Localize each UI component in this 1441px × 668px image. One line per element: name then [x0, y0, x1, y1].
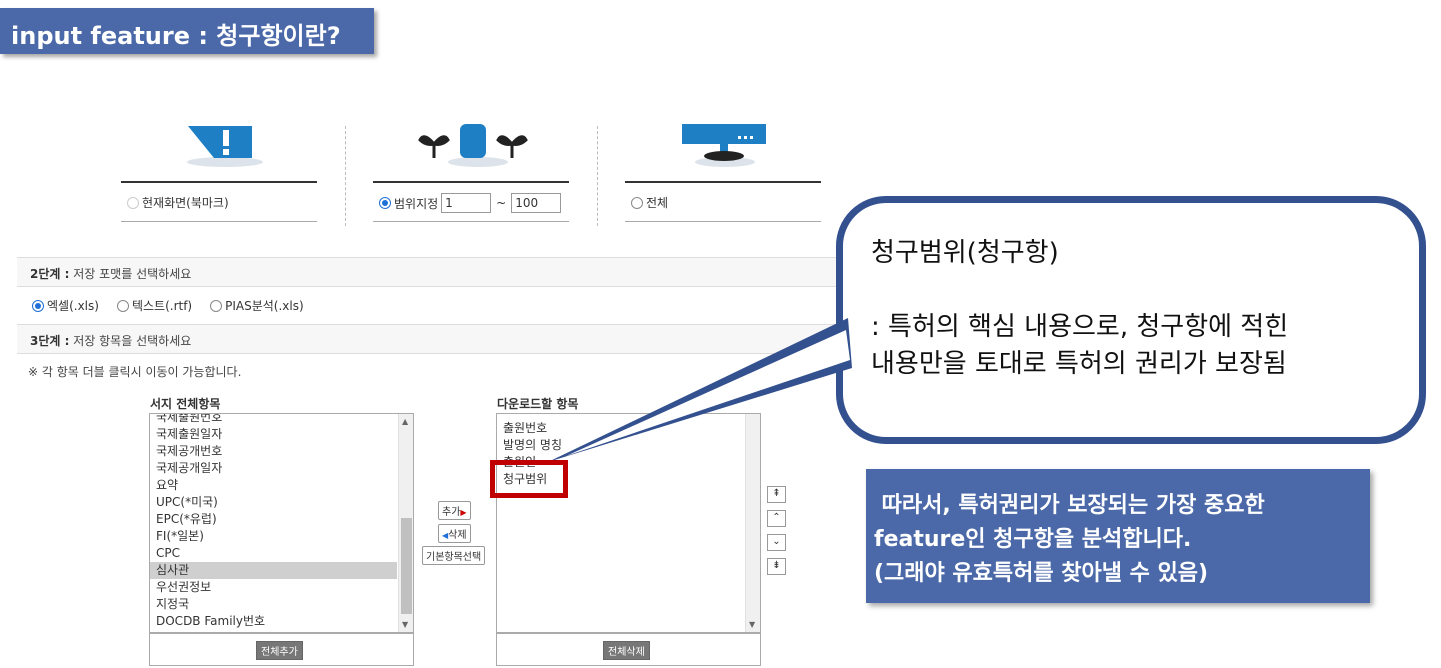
claims-highlight-box: [490, 460, 568, 498]
summary-line: feature인 청구항을 분석합니다.: [874, 527, 1192, 552]
callout-line: 청구범위(청구항): [871, 238, 1059, 268]
summary-note: 따라서, 특허권리가 보장되는 가장 중요한 feature인 청구항을 분석합…: [866, 469, 1370, 603]
callout-line: 내용만을 토대로 특허의 권리가 보장됨: [871, 349, 1287, 379]
callout-line: : 특허의 핵심 내용으로, 청구항에 적힌: [871, 312, 1289, 342]
summary-line: 따라서, 특허권리가 보장되는 가장 중요한: [874, 493, 1265, 518]
summary-line: (그래야 유효특허를 찾아낼 수 있음): [874, 561, 1209, 586]
callout-text: 청구범위(청구항) : 특허의 핵심 내용으로, 청구항에 적힌 내용만을 토대…: [871, 235, 1288, 383]
